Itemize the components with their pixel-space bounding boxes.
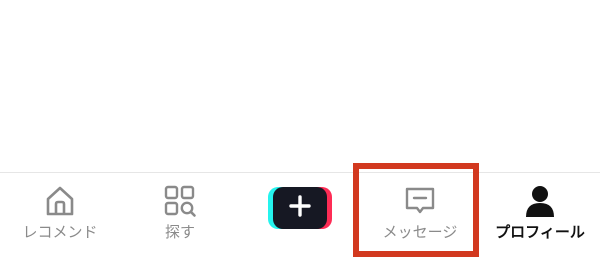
content-area xyxy=(0,0,600,172)
tab-home-label: レコメンド xyxy=(22,223,98,241)
tab-profile[interactable]: プロフィール xyxy=(480,173,600,272)
tab-create[interactable] xyxy=(240,173,360,272)
create-button[interactable] xyxy=(268,187,332,229)
tab-home[interactable]: レコメンド xyxy=(0,173,120,272)
bottom-tab-bar: レコメンド 探す メッセージ プロフィール xyxy=(0,172,600,271)
person-icon xyxy=(520,181,560,221)
message-icon xyxy=(400,181,440,221)
tab-discover-label: 探す xyxy=(164,223,195,241)
tab-discover[interactable]: 探す xyxy=(120,173,240,272)
tab-profile-label: プロフィール xyxy=(495,223,585,241)
create-button-body xyxy=(273,187,327,229)
tab-inbox[interactable]: メッセージ xyxy=(360,173,480,272)
home-icon xyxy=(40,181,80,221)
tab-inbox-label: メッセージ xyxy=(382,223,458,241)
grid-search-icon xyxy=(160,181,200,221)
plus-icon xyxy=(289,195,311,221)
